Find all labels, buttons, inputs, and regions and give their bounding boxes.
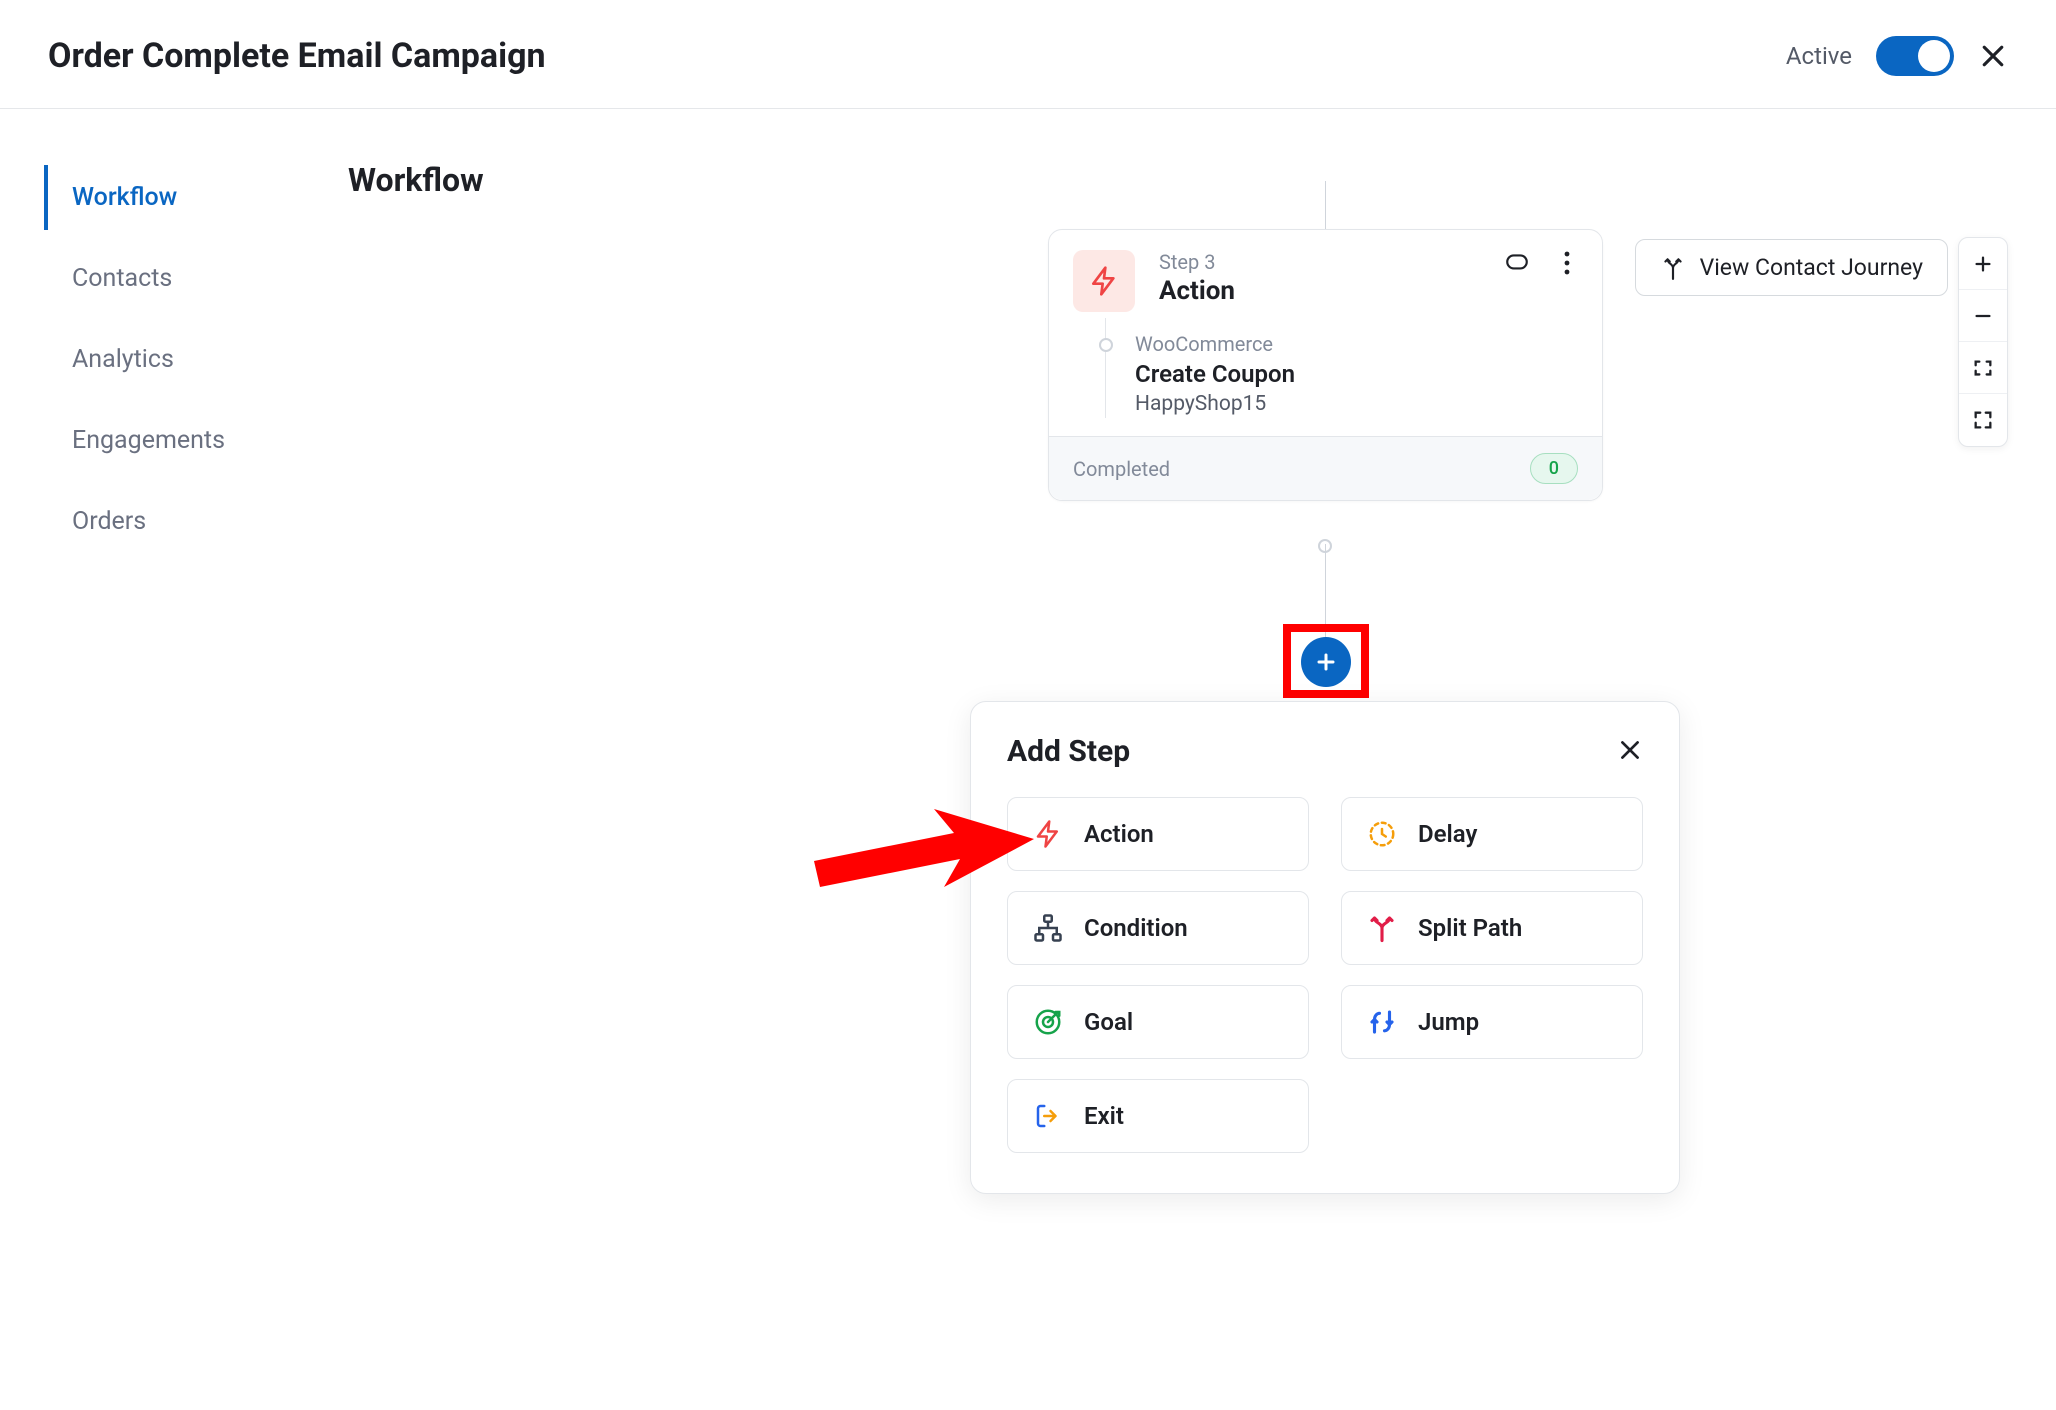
step-menu-button[interactable] (1556, 250, 1578, 280)
card-head-icons (1504, 250, 1578, 280)
sidebar-item-workflow[interactable]: Workflow (44, 165, 330, 230)
popover-close-button[interactable] (1617, 737, 1643, 767)
step-option-split-path[interactable]: Split Path (1341, 891, 1643, 965)
expand-icon (1972, 409, 1994, 431)
bolt-icon (1088, 265, 1120, 297)
journey-button-label: View Contact Journey (1700, 254, 1923, 281)
popover-header: Add Step (1007, 734, 1643, 769)
sub-dot (1099, 338, 1113, 352)
sitemap-icon (1032, 912, 1064, 944)
minus-icon (1972, 305, 1994, 327)
step-title: Action (1159, 276, 1480, 306)
kebab-icon (1564, 250, 1570, 276)
active-label: Active (1786, 42, 1852, 70)
add-step-popover: Add Step Action (970, 701, 1680, 1194)
card-header: Step 3 Action (1049, 230, 1602, 328)
step-option-jump[interactable]: Jump (1341, 985, 1643, 1059)
target-icon (1032, 1006, 1064, 1038)
step-option-label: Split Path (1418, 914, 1522, 942)
fullscreen-button[interactable] (1959, 394, 2007, 446)
action-value: HappyShop15 (1135, 392, 1578, 416)
completed-label: Completed (1073, 457, 1170, 481)
step-option-label: Jump (1418, 1008, 1479, 1036)
fit-icon (1972, 357, 1994, 379)
plus-icon (1314, 650, 1338, 674)
action-name: Create Coupon (1135, 360, 1578, 388)
step-option-exit[interactable]: Exit (1007, 1079, 1309, 1153)
step-label: Step 3 (1159, 250, 1480, 274)
sidebar-item-label: Analytics (72, 345, 174, 374)
connector-line (1325, 181, 1326, 229)
split-icon (1366, 912, 1398, 944)
step-option-label: Action (1084, 820, 1154, 848)
close-icon (1617, 737, 1643, 763)
step-option-delay[interactable]: Delay (1341, 797, 1643, 871)
main: Workflow Contacts Analytics Engagements … (0, 109, 2056, 1399)
step-option-action[interactable]: Action (1007, 797, 1309, 871)
card-footer: Completed 0 (1049, 436, 1602, 500)
toggle-knob (1918, 40, 1950, 72)
header: Order Complete Email Campaign Active (0, 0, 2056, 109)
chat-bubble-icon (1504, 250, 1530, 276)
step-option-label: Exit (1084, 1102, 1124, 1130)
exit-icon (1032, 1100, 1064, 1132)
page-title: Order Complete Email Campaign (48, 36, 546, 76)
sidebar-item-label: Contacts (72, 264, 172, 293)
sidebar-item-label: Workflow (72, 183, 177, 212)
zoom-in-button[interactable] (1959, 238, 2007, 290)
workflow-content: Workflow Step 3 Action (330, 109, 2056, 1399)
sidebar-item-label: Orders (72, 507, 146, 536)
sidebar-item-orders[interactable]: Orders (44, 489, 330, 554)
header-right: Active (1786, 36, 2008, 76)
sidebar: Workflow Contacts Analytics Engagements … (0, 109, 330, 1399)
comment-button[interactable] (1504, 250, 1530, 280)
card-title-block: Step 3 Action (1159, 250, 1480, 306)
step-option-label: Delay (1418, 820, 1477, 848)
jump-icon (1366, 1006, 1398, 1038)
step-option-condition[interactable]: Condition (1007, 891, 1309, 965)
clock-icon (1366, 818, 1398, 850)
step-option-goal[interactable]: Goal (1007, 985, 1309, 1059)
branch-icon (1660, 255, 1686, 281)
card-sub: WooCommerce Create Coupon HappyShop15 (1049, 328, 1602, 436)
popover-options: Action Delay Condition (1007, 797, 1643, 1153)
completed-count-badge[interactable]: 0 (1530, 453, 1578, 484)
step-option-label: Goal (1084, 1008, 1133, 1036)
sub-content: WooCommerce Create Coupon HappyShop15 (1105, 332, 1578, 416)
sidebar-item-label: Engagements (72, 426, 225, 455)
action-category: WooCommerce (1135, 332, 1578, 356)
add-step-button[interactable] (1301, 637, 1351, 687)
workflow-canvas[interactable]: Step 3 Action (330, 109, 2056, 1399)
fit-view-button[interactable] (1959, 342, 2007, 394)
plus-icon (1972, 253, 1994, 275)
workflow-step-card[interactable]: Step 3 Action (1048, 229, 1603, 501)
view-contact-journey-button[interactable]: View Contact Journey (1635, 239, 1948, 296)
popover-title: Add Step (1007, 734, 1130, 769)
close-button[interactable] (1978, 41, 2008, 71)
sidebar-item-analytics[interactable]: Analytics (44, 327, 330, 392)
bolt-icon (1032, 818, 1064, 850)
zoom-out-button[interactable] (1959, 290, 2007, 342)
sidebar-item-engagements[interactable]: Engagements (44, 408, 330, 473)
zoom-controls (1958, 237, 2008, 447)
sidebar-item-contacts[interactable]: Contacts (44, 246, 330, 311)
close-icon (1978, 41, 2008, 71)
sub-connector (1105, 318, 1106, 418)
action-icon-box (1073, 250, 1135, 312)
active-toggle[interactable] (1876, 36, 1954, 76)
step-option-label: Condition (1084, 914, 1188, 942)
